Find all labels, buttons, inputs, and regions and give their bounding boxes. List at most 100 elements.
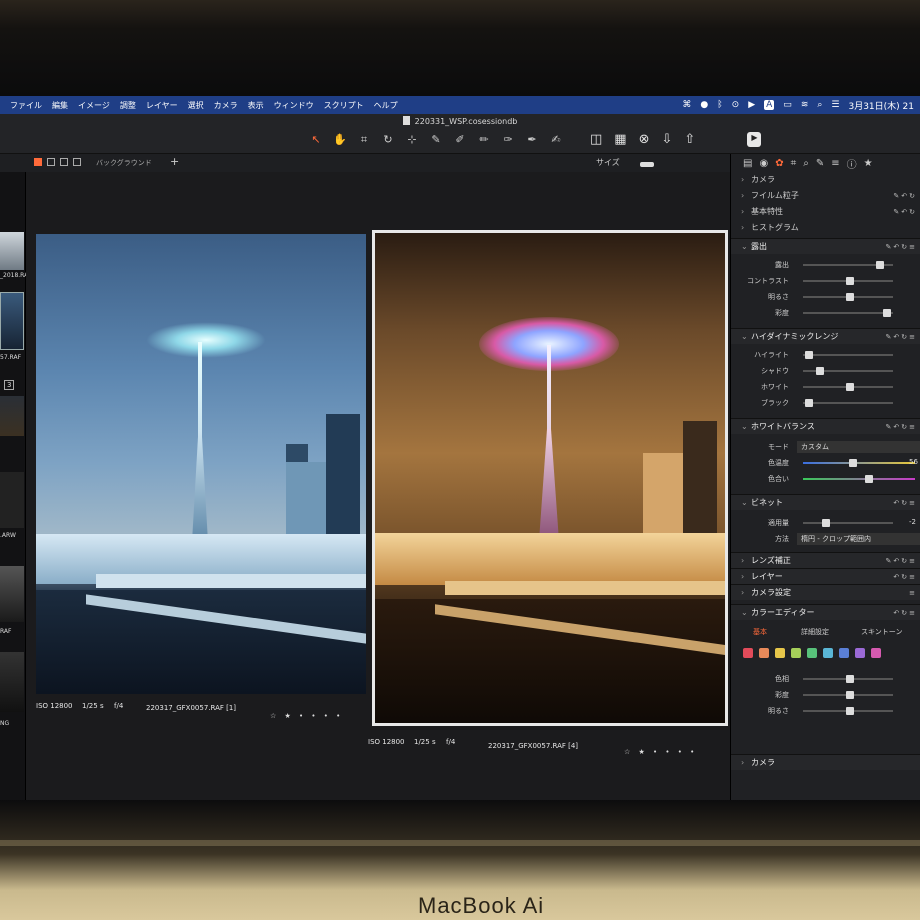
section-camera-bottom[interactable]: › カメラ [731,754,920,770]
filmstrip-thumb[interactable] [0,232,24,270]
color-swatch[interactable] [775,648,785,658]
color-swatch[interactable] [855,648,865,658]
text-input-icon[interactable]: A [764,100,775,110]
learn-icon[interactable]: ▶ [747,132,762,147]
gradient-icon[interactable]: ✑ [500,133,516,147]
slider-track[interactable] [803,354,893,356]
add-button[interactable]: + [170,155,179,168]
menu-edit[interactable]: 編集 [52,100,68,111]
section-layers[interactable]: › レイヤー ↶↻≡ [731,568,920,584]
section-lens-correction[interactable]: › レンズ補正 ✎↶↻≡ [731,552,920,568]
camera-icon[interactable]: ◉ [759,158,768,169]
color-swatch[interactable] [823,648,833,658]
pen-icon[interactable]: ✎ [816,158,824,169]
heal-icon[interactable]: ✍ [548,133,564,147]
section-camera-settings[interactable]: › カメラ設定 ≡ [731,584,920,600]
mask-brush-icon[interactable]: ✏ [476,133,492,147]
menu-adjust[interactable]: 調整 [120,100,136,111]
brush-icon[interactable]: ✎ [428,133,444,147]
eraser-icon[interactable]: ✐ [452,133,468,147]
crop-icon[interactable]: ⌗ [791,158,797,169]
control-center-icon[interactable]: ☰ [831,100,839,110]
import-icon[interactable]: ⇩ [662,132,673,147]
hand-icon[interactable]: ✋ [332,133,348,147]
color-swatch[interactable] [791,648,801,658]
photo-rating[interactable]: ☆ ★ • • • • [624,748,697,756]
section-hdr[interactable]: ⌄ ハイダイナミックレンジ ✎↶↻≡ [731,328,920,344]
tint-track[interactable] [803,478,915,480]
section-film-grain[interactable]: › フイルム粒子 ✎↶↻ [731,188,920,204]
slider-knob[interactable] [848,459,857,467]
section-exposure[interactable]: ⌄ 露出 ✎↶↻≡ [731,238,920,254]
search-icon[interactable]: ⌕ [817,100,822,110]
menu-file[interactable]: ファイル [10,100,42,111]
color-icon[interactable]: ✿ [775,158,783,169]
slider-knob[interactable] [876,261,885,269]
temperature-track[interactable] [803,462,915,464]
slider-knob[interactable] [804,399,813,407]
filmstrip[interactable]: _2018.RAF 57.RAF 3 .ARW RAF NG [0,172,32,806]
section-color-editor[interactable]: ⌄ カラーエディター ↶↻≡ [731,604,920,620]
image-viewer[interactable]: ISO 12800 1/25 s f/4 220317_GFX0057.RAF … [26,172,730,806]
rotate-icon[interactable]: ↻ [380,133,396,147]
grid-icon[interactable] [73,158,81,166]
menu-window[interactable]: ウィンドウ [274,100,314,111]
slider-knob[interactable] [864,475,873,483]
section-actions[interactable]: ≡ [909,585,917,601]
background-selector[interactable]: バックグラウンド [96,158,152,168]
filmstrip-view-icon[interactable] [60,158,68,166]
export-icon[interactable]: ⇧ [684,132,695,147]
slider-knob[interactable] [821,519,830,527]
slider-knob[interactable] [882,309,891,317]
slider-knob[interactable] [815,367,824,375]
wifi-icon[interactable]: ≋ [801,100,809,110]
play-icon[interactable]: ▶ [748,100,755,110]
slider-knob[interactable] [846,675,854,683]
section-histogram[interactable]: › ヒストグラム [731,220,920,236]
slider-knob[interactable] [846,707,854,715]
slider-knob[interactable] [846,277,854,285]
crop-icon[interactable]: ⌗ [356,133,372,147]
filmstrip-thumb[interactable] [0,652,24,712]
section-actions[interactable]: ✎↶↻ [893,204,917,220]
menu-camera[interactable]: カメラ [214,100,238,111]
menu-image[interactable]: イメージ [78,100,110,111]
photo-rating[interactable]: ☆ ★ • • • • [270,712,343,720]
grid-view-icon[interactable]: ▦ [614,132,626,147]
clone-icon[interactable]: ✒ [524,133,540,147]
menu-help[interactable]: ヘルプ [374,100,398,111]
keyboard-icon[interactable]: ⌘ [682,100,691,110]
star-icon[interactable]: ★ [864,158,873,169]
slider-knob[interactable] [846,293,854,301]
tab-advanced[interactable]: 詳細設定 [801,627,829,637]
cursor-icon[interactable]: ↖ [308,133,324,147]
menu-select[interactable]: 選択 [188,100,204,111]
compare-icon[interactable]: ◫ [590,132,602,147]
vignette-method-select[interactable]: 楕円 - クロップ範囲内 [797,533,920,545]
section-actions[interactable]: ✎↶↻≡ [886,553,917,569]
section-base-characteristics[interactable]: › 基本特性 ✎↶↻ [731,204,920,220]
section-actions[interactable]: ↶↻≡ [893,605,917,621]
thumbnail-size-slider[interactable] [640,162,654,167]
menu-script[interactable]: スクリプト [324,100,364,111]
menubar-clock[interactable]: 3月31日(木) 21 [848,99,914,112]
photo-variant-blue[interactable] [36,234,366,694]
color-swatch[interactable] [759,648,769,658]
color-swatch[interactable] [839,648,849,658]
color-swatch[interactable] [807,648,817,658]
section-actions[interactable]: ✎↶↻≡ [886,419,917,435]
photo-variant-warm-selected[interactable] [372,230,728,726]
slider-knob[interactable] [804,351,813,359]
menu-layer[interactable]: レイヤー [146,100,178,111]
filmstrip-thumb[interactable] [0,472,24,528]
filmstrip-thumb[interactable] [0,396,24,436]
filmstrip-thumb[interactable] [0,566,24,622]
slider-knob[interactable] [846,691,854,699]
slider-knob[interactable] [846,383,854,391]
wb-mode-select[interactable]: カスタム [797,441,920,453]
multi-view-icon[interactable] [34,158,42,166]
section-camera[interactable]: › カメラ [731,172,920,188]
section-white-balance[interactable]: ⌄ ホワイトバランス ✎↶↻≡ [731,418,920,434]
section-actions[interactable]: ✎↶↻≡ [886,329,917,345]
slider-track[interactable] [803,402,893,404]
